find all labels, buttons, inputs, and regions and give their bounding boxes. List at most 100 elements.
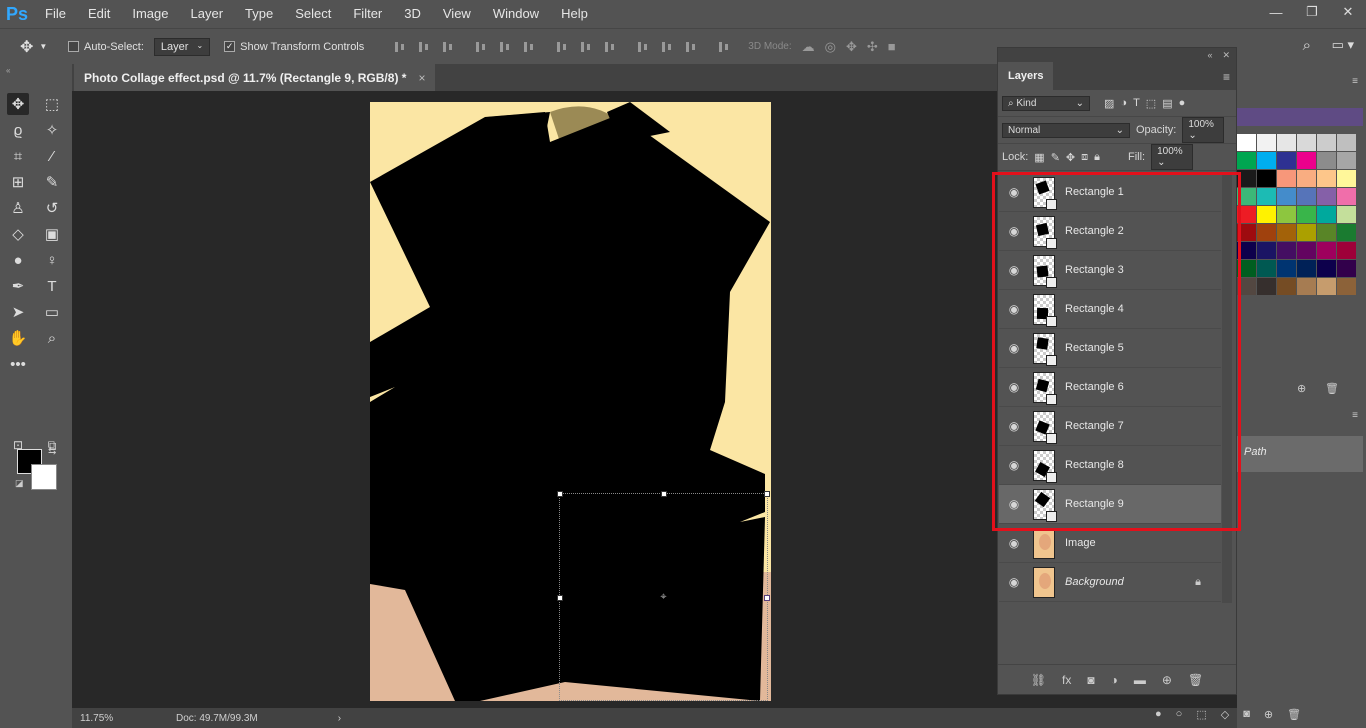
color-swatch[interactable] [1277, 134, 1296, 151]
delete-path-icon[interactable]: 🗑 [1287, 708, 1301, 721]
color-swatch[interactable] [1237, 134, 1256, 151]
color-swatch[interactable] [1257, 242, 1276, 259]
visibility-eye-icon[interactable]: ◉ [999, 263, 1029, 277]
move-tool-preset-icon[interactable]: ✥ ▼ [20, 37, 60, 57]
document-tab[interactable]: Photo Collage effect.psd @ 11.7% (Rectan… [74, 64, 436, 91]
layer-row[interactable]: ◉ Rectangle 9 [999, 485, 1221, 524]
move-tool-icon[interactable]: ✥ [7, 93, 29, 115]
transform-handle[interactable] [764, 595, 770, 601]
distribute-top-icon[interactable] [555, 40, 569, 54]
canvas-area[interactable]: ⌖ [72, 91, 997, 708]
zoom-level[interactable]: 11.75% [80, 713, 160, 724]
adjustment-layer-icon[interactable]: ◑ [1111, 673, 1118, 687]
3d-roll-icon[interactable]: ◎ [825, 39, 836, 55]
collapse-panel-icon[interactable]: « [1207, 50, 1212, 60]
auto-select-checkbox[interactable] [68, 41, 79, 52]
layer-row[interactable]: ◉ Rectangle 4 [999, 290, 1221, 329]
menu-item-layer[interactable]: Layer [180, 0, 235, 28]
color-swatch[interactable] [1257, 134, 1276, 151]
menu-item-view[interactable]: View [432, 0, 482, 28]
color-swatch[interactable] [1317, 188, 1336, 205]
history-brush-tool-icon[interactable]: ↺ [41, 197, 63, 219]
color-swatch[interactable] [1297, 278, 1316, 295]
color-swatch[interactable] [1297, 134, 1316, 151]
new-swatch-icon[interactable]: ⊕ [1297, 382, 1306, 395]
opacity-input[interactable]: 100% ⌄ [1182, 117, 1225, 143]
visibility-eye-icon[interactable]: ◉ [999, 341, 1029, 355]
layer-row[interactable]: ◉ Image [999, 524, 1221, 563]
default-colors-icon[interactable]: ◪ [15, 478, 24, 489]
layer-lock-icon[interactable]: 🔒︎ [1195, 576, 1201, 589]
hand-tool-icon[interactable]: ✋ [7, 327, 29, 349]
eraser-tool-icon[interactable]: ◇ [7, 223, 29, 245]
filter-adjustment-icon[interactable]: ◑ [1120, 97, 1127, 109]
show-transform-checkbox[interactable]: ✓ [224, 41, 236, 52]
align-hcenter-icon[interactable] [498, 40, 512, 54]
menu-item-image[interactable]: Image [121, 0, 179, 28]
fill-input[interactable]: 100% ⌄ [1151, 144, 1194, 170]
transform-handle[interactable] [557, 595, 563, 601]
link-layers-icon[interactable]: ⛓ [1031, 673, 1046, 687]
visibility-eye-icon[interactable]: ◉ [999, 575, 1029, 589]
gradient-tool-icon[interactable]: ▣ [41, 223, 63, 245]
search-icon[interactable]: ⌕ [1303, 37, 1311, 54]
color-swatch[interactable] [1257, 278, 1276, 295]
lock-position-icon[interactable]: ✥ [1066, 151, 1075, 164]
distribute-bottom-icon[interactable] [603, 40, 617, 54]
visibility-eye-icon[interactable]: ◉ [999, 419, 1029, 433]
color-swatch[interactable] [1337, 260, 1356, 277]
align-bottom-icon[interactable] [441, 40, 455, 54]
layer-row[interactable]: ◉ Rectangle 6 [999, 368, 1221, 407]
crop-tool-icon[interactable]: ⌗ [7, 145, 29, 167]
close-panel-icon[interactable]: ✕ [1222, 50, 1230, 61]
edit-toolbar-icon[interactable]: ••• [7, 353, 29, 375]
color-swatch[interactable] [1297, 152, 1316, 169]
brush-tool-icon[interactable]: ✎ [41, 171, 63, 193]
filter-smartobject-icon[interactable]: ▤ [1162, 97, 1172, 110]
color-swatch[interactable] [1257, 260, 1276, 277]
distribute-left-icon[interactable] [636, 40, 650, 54]
status-menu-arrow-icon[interactable]: › [338, 713, 341, 724]
healing-brush-tool-icon[interactable]: ⊞ [7, 171, 29, 193]
color-swatch[interactable] [1317, 260, 1336, 277]
transform-center-icon[interactable]: ⌖ [658, 592, 669, 603]
color-swatch[interactable] [1277, 152, 1296, 169]
color-swatch[interactable] [1237, 278, 1256, 295]
show-transform-option[interactable]: ✓ Show Transform Controls [224, 41, 364, 53]
add-mask-path-icon[interactable]: ◙ [1243, 708, 1250, 721]
color-swatch[interactable] [1297, 206, 1316, 223]
layer-row[interactable]: ◉ Background 🔒︎ [999, 563, 1221, 602]
paths-list-item[interactable]: Path [1237, 436, 1363, 472]
color-swatch[interactable] [1257, 206, 1276, 223]
quick-mask-icon[interactable]: ⊡ [7, 434, 29, 456]
delete-swatch-icon[interactable]: 🗑 [1325, 382, 1339, 395]
3d-pan-icon[interactable]: ✥ [846, 39, 857, 55]
restore-button[interactable]: ❐ [1294, 0, 1330, 24]
color-swatch[interactable] [1297, 224, 1316, 241]
transform-handle[interactable] [764, 491, 770, 497]
close-document-icon[interactable]: × [418, 71, 425, 85]
color-swatch[interactable] [1237, 188, 1256, 205]
color-swatch[interactable] [1337, 278, 1356, 295]
blur-tool-icon[interactable]: ● [7, 249, 29, 271]
color-swatch[interactable] [1297, 260, 1316, 277]
lasso-tool-icon[interactable]: ϱ [7, 119, 29, 141]
paths-panel-menu-icon[interactable]: ≡ [1352, 410, 1358, 421]
color-swatch[interactable] [1257, 224, 1276, 241]
layer-row[interactable]: ◉ Rectangle 3 [999, 251, 1221, 290]
align-top-icon[interactable] [393, 40, 407, 54]
visibility-eye-icon[interactable]: ◉ [999, 458, 1029, 472]
layers-panel-menu-icon[interactable]: ≡ [1223, 70, 1230, 84]
path-selection-tool-icon[interactable]: ➤ [7, 301, 29, 323]
visibility-eye-icon[interactable]: ◉ [999, 224, 1029, 238]
color-swatch[interactable] [1277, 278, 1296, 295]
color-swatch[interactable] [1277, 242, 1296, 259]
background-color-swatch[interactable] [31, 464, 57, 490]
color-swatch[interactable] [1277, 260, 1296, 277]
color-swatch[interactable] [1297, 242, 1316, 259]
align-left-icon[interactable] [474, 40, 488, 54]
load-selection-icon[interactable]: ⬚ [1196, 708, 1206, 721]
new-path-icon[interactable]: ⊕ [1264, 708, 1273, 721]
color-swatch[interactable] [1237, 224, 1256, 241]
dodge-tool-icon[interactable]: ♀ [41, 249, 63, 271]
